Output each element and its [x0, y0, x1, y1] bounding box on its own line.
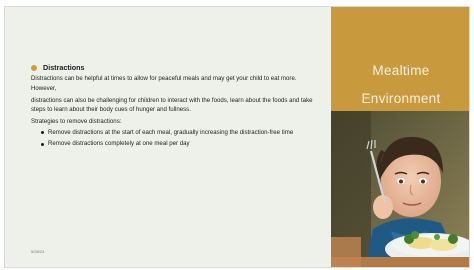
slide-title: Mealtime Environment: [331, 57, 469, 113]
bullet-dot-icon: [31, 64, 37, 71]
title-line-2: Environment: [361, 91, 441, 106]
title-line-1: Mealtime: [372, 63, 430, 78]
child-eating-photo: [331, 111, 469, 267]
slide-date: 5/28/24: [31, 249, 45, 254]
strategy-item: Remove distractions at the start of each…: [41, 128, 321, 137]
strategies-label: Strategies to remove distractions:: [31, 118, 122, 126]
slide: Distractions Distractions can be helpful…: [4, 6, 470, 268]
heading-row: Distractions: [31, 63, 321, 72]
title-panel: Mealtime Environment: [331, 7, 469, 267]
strategy-item: Remove distractions completely at one me…: [41, 139, 321, 148]
section-heading: Distractions: [43, 63, 85, 72]
content-block: Distractions Distractions can be helpful…: [31, 63, 321, 151]
paragraph-1: Distractions can be helpful at times to …: [31, 75, 297, 92]
strategies-list: Remove distractions at the start of each…: [41, 128, 321, 149]
slide-content-area: Distractions Distractions can be helpful…: [5, 7, 331, 267]
paragraph-2: distractions can also be challenging for…: [31, 96, 313, 114]
